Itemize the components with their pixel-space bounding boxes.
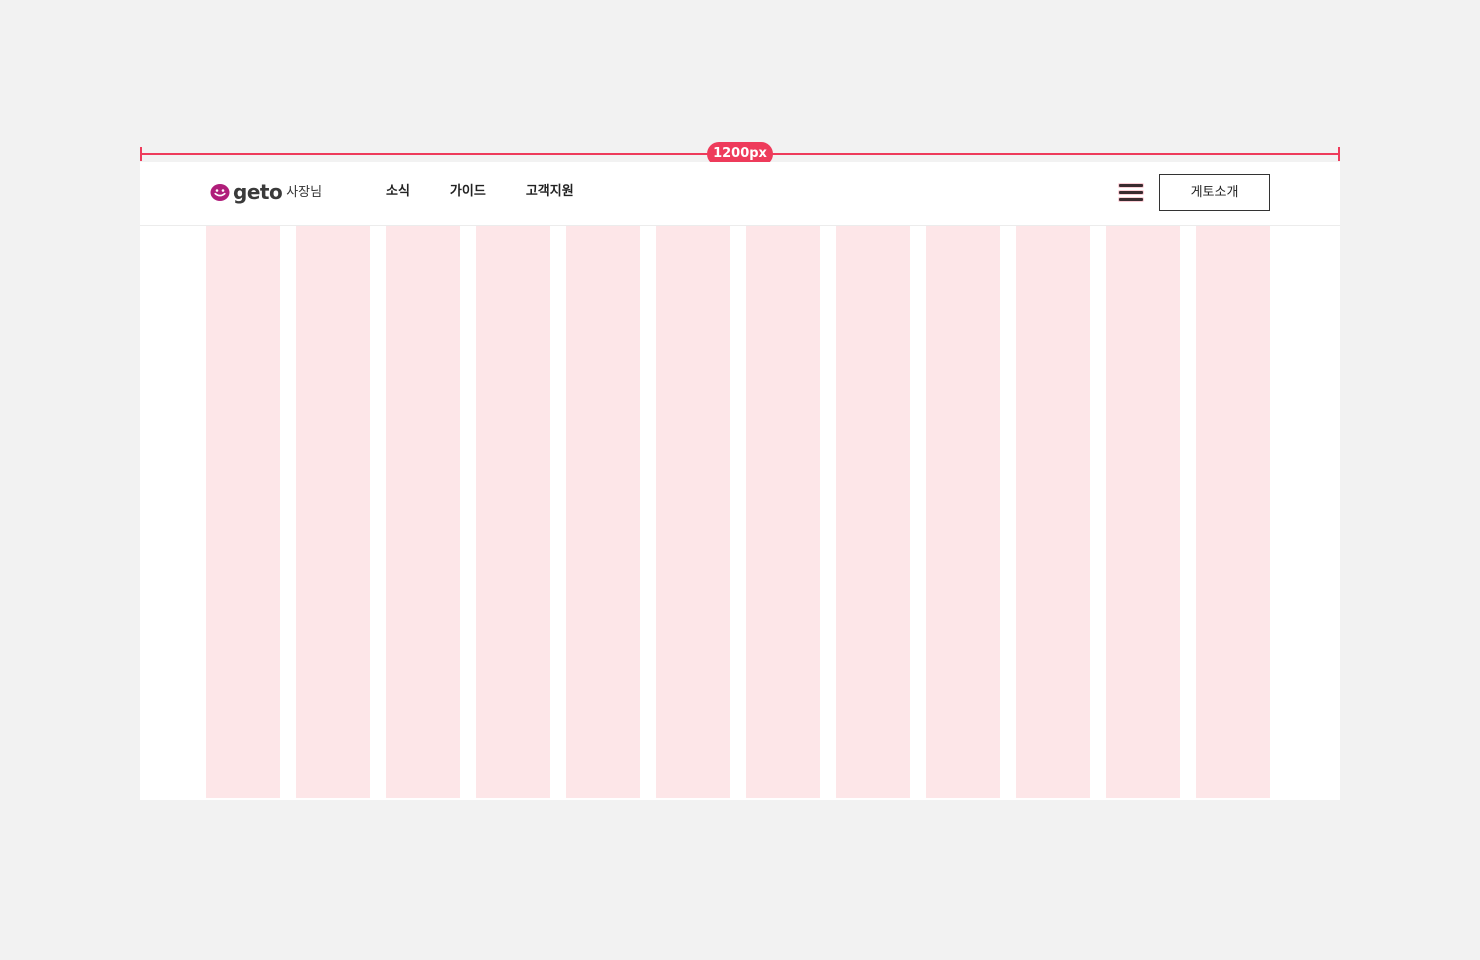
- geto-smile-icon: [210, 184, 230, 201]
- grid-column: [206, 226, 280, 798]
- measure-tick-right: [1338, 147, 1340, 161]
- grid-column: [836, 226, 910, 798]
- site-header: geto 사장님 소식 가이드 고객지원 게토소개: [140, 162, 1340, 226]
- page-canvas: geto 사장님 소식 가이드 고객지원 게토소개: [140, 162, 1340, 800]
- grid-column: [386, 226, 460, 798]
- grid-column: [476, 226, 550, 798]
- nav-item-guide[interactable]: 가이드: [450, 182, 486, 202]
- main-nav: 소식 가이드 고객지원: [386, 182, 574, 202]
- menu-bar: [1119, 191, 1143, 194]
- measure-tick-left: [140, 147, 142, 161]
- grid-column: [926, 226, 1000, 798]
- nav-item-news[interactable]: 소식: [386, 182, 410, 202]
- menu-bar: [1119, 198, 1143, 201]
- menu-bar: [1119, 184, 1143, 187]
- grid-column: [1106, 226, 1180, 798]
- logo-wordmark: geto: [233, 180, 283, 204]
- grid-column: [746, 226, 820, 798]
- grid-column: [1016, 226, 1090, 798]
- logo[interactable]: geto 사장님: [210, 180, 322, 204]
- grid-column: [656, 226, 730, 798]
- width-measure-guide: 1200px: [140, 142, 1340, 166]
- hamburger-menu-icon[interactable]: [1118, 181, 1144, 205]
- nav-item-support[interactable]: 고객지원: [526, 182, 574, 202]
- column-grid-overlay: [140, 226, 1340, 798]
- logo-subtitle: 사장님: [286, 185, 323, 200]
- grid-column: [1196, 226, 1270, 798]
- intro-button[interactable]: 게토소개: [1159, 174, 1270, 211]
- grid-column: [566, 226, 640, 798]
- grid-column: [296, 226, 370, 798]
